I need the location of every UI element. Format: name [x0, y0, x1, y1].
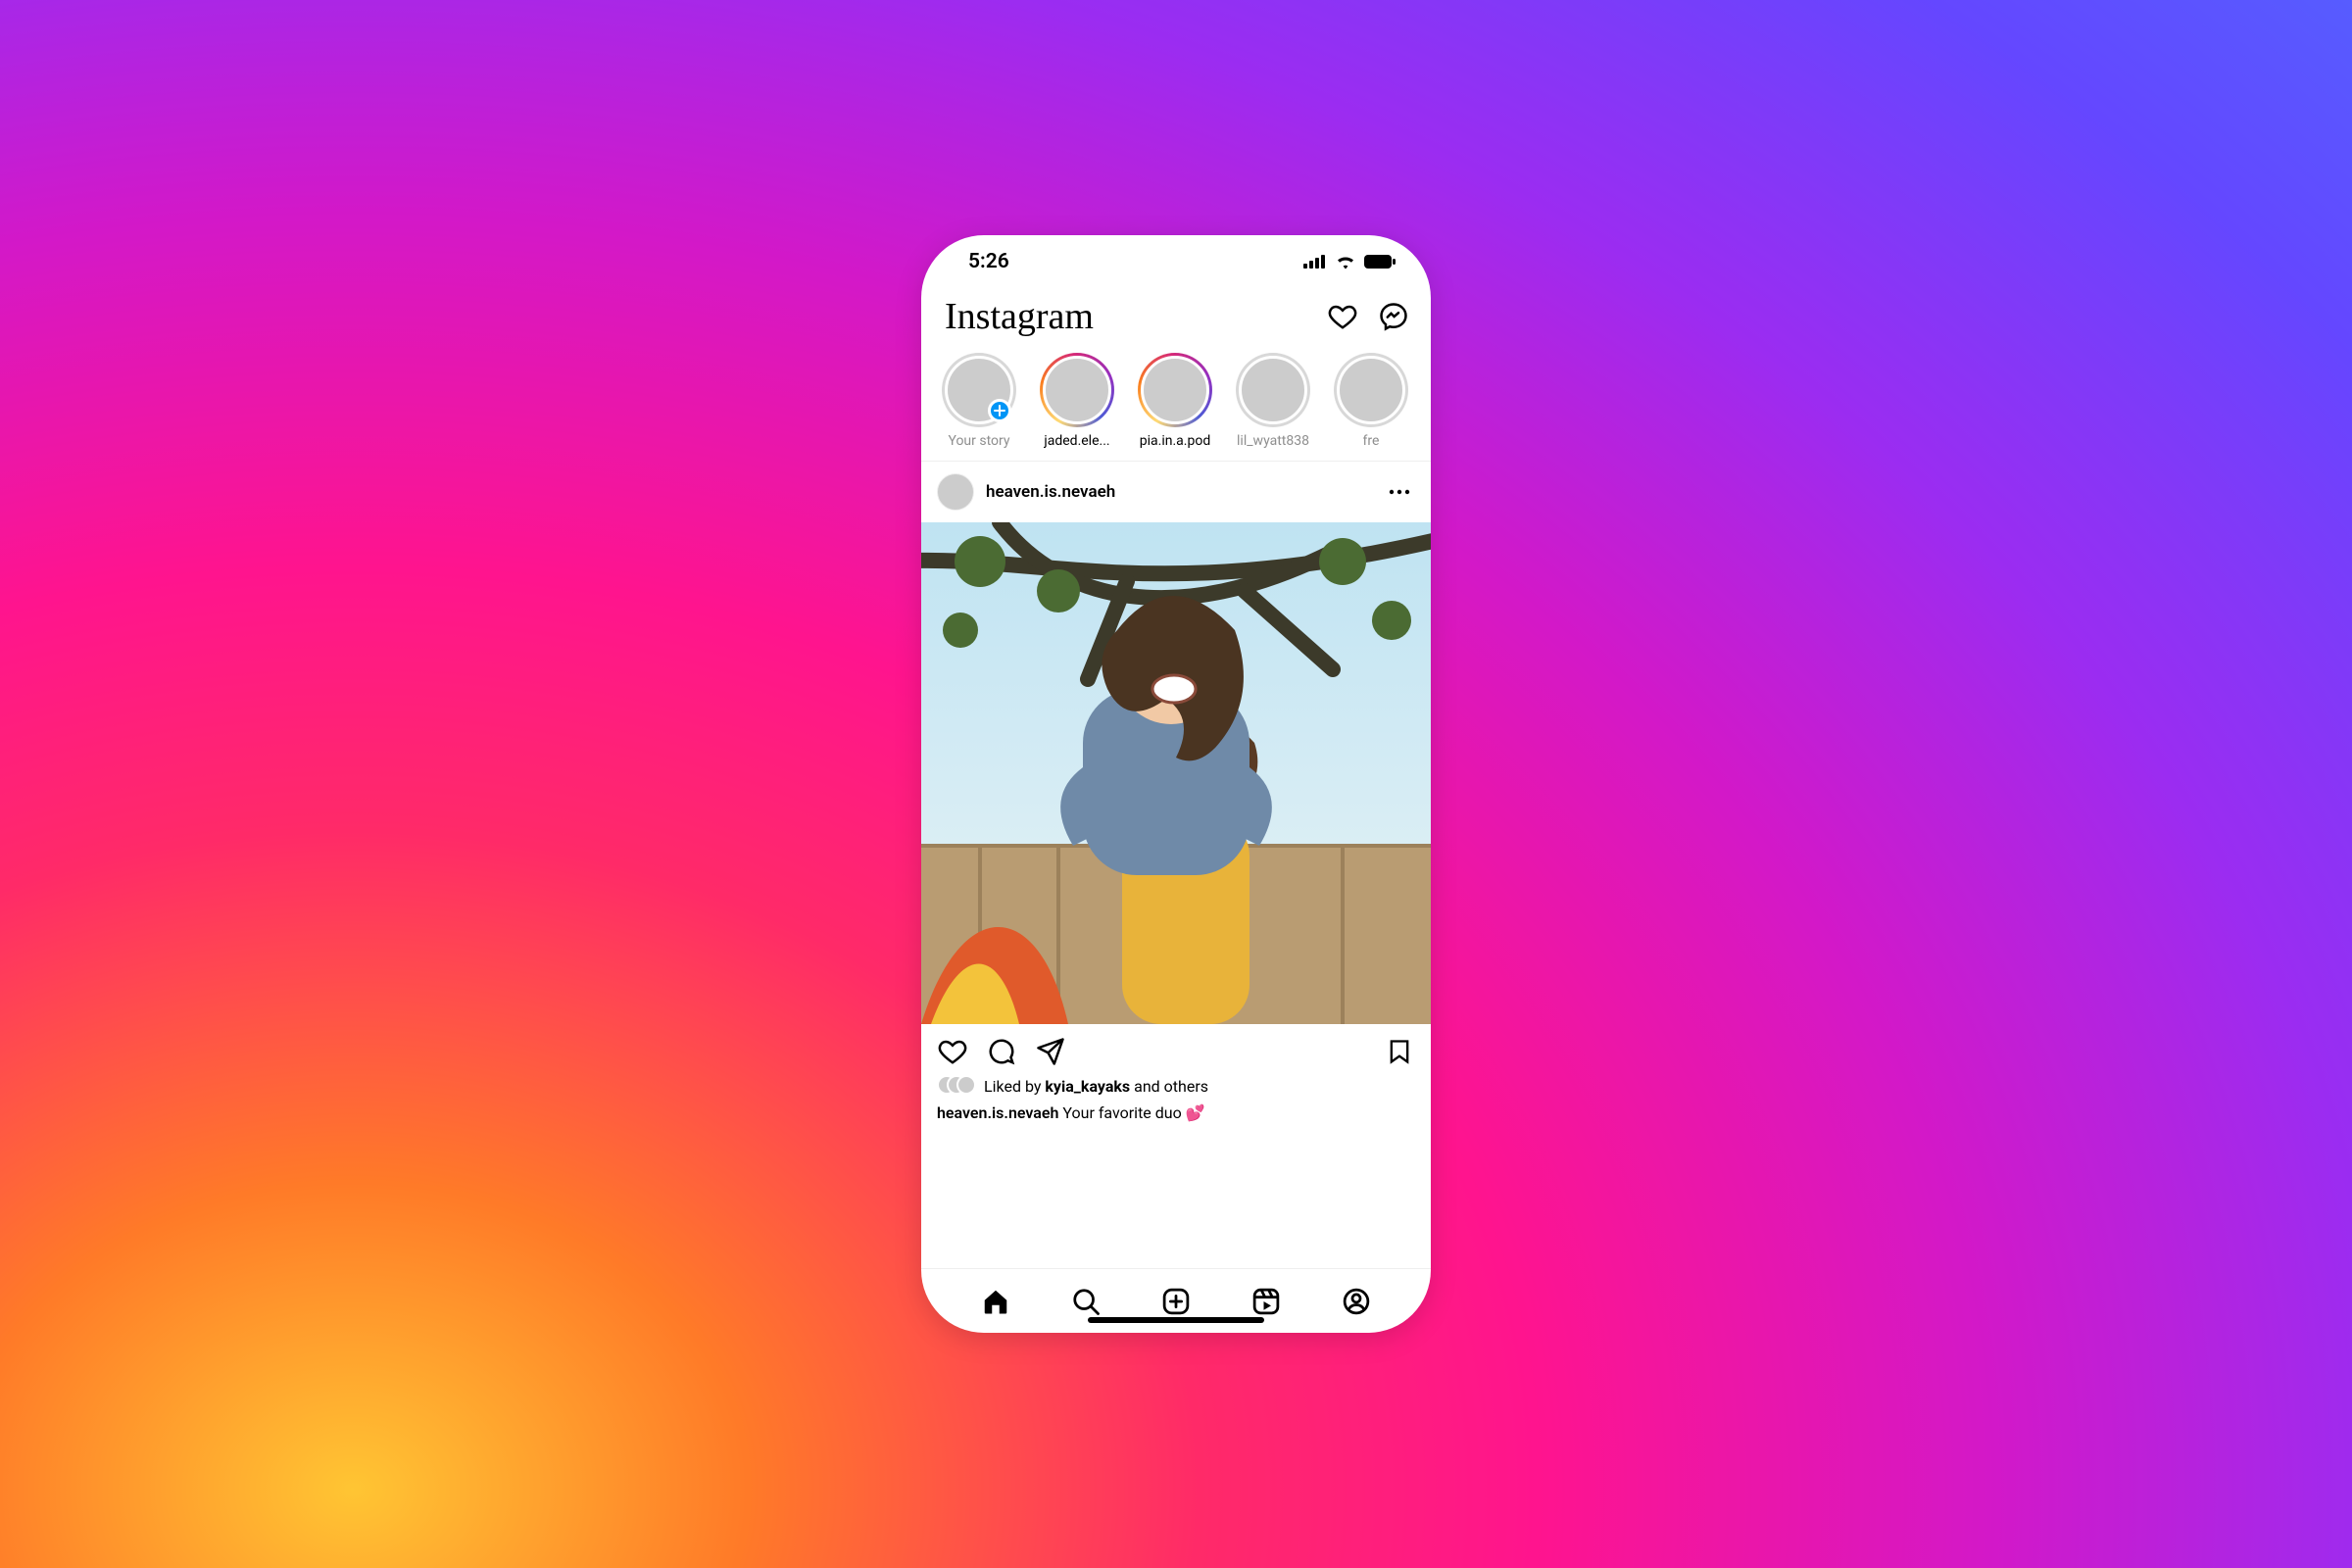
cellular-icon: [1303, 255, 1327, 269]
messenger-button[interactable]: [1378, 301, 1409, 332]
app-header: Instagram: [921, 288, 1431, 345]
post-action-bar: [921, 1024, 1431, 1075]
story-label: pia.in.a.pod: [1140, 433, 1210, 449]
status-indicators: [1303, 254, 1396, 270]
wifi-icon: [1335, 254, 1356, 270]
phone-frame: 5:26 Instagram Your sto: [921, 235, 1431, 1333]
home-icon: [981, 1287, 1010, 1316]
post-image[interactable]: [921, 522, 1431, 1024]
post-likes[interactable]: Liked by kyia_kayaks and others: [921, 1075, 1431, 1101]
share-button[interactable]: [1035, 1036, 1066, 1067]
post-author-username[interactable]: heaven.is.nevaeh: [986, 482, 1115, 502]
like-button[interactable]: [937, 1036, 968, 1067]
story-label: Your story: [948, 433, 1009, 449]
post-header: heaven.is.nevaeh: [921, 462, 1431, 522]
reels-icon: [1251, 1287, 1281, 1316]
profile-icon: [1342, 1287, 1371, 1316]
heart-icon: [1328, 302, 1357, 331]
more-icon: [1389, 489, 1410, 495]
post-author-avatar[interactable]: [937, 473, 974, 511]
caption-username[interactable]: heaven.is.nevaeh: [937, 1103, 1058, 1122]
activity-button[interactable]: [1327, 301, 1358, 332]
messenger-icon: [1379, 302, 1408, 331]
comment-button[interactable]: [986, 1036, 1017, 1067]
heart-icon: [938, 1037, 967, 1066]
status-bar: 5:26: [921, 235, 1431, 288]
story-item[interactable]: fre: [1331, 353, 1411, 449]
tab-reels[interactable]: [1250, 1285, 1283, 1318]
story-item[interactable]: pia.in.a.pod: [1135, 353, 1215, 449]
tab-bar: [921, 1268, 1431, 1333]
likes-text: Liked by kyia_kayaks and others: [984, 1077, 1208, 1096]
caption-text: Your favorite duo 💕: [1058, 1103, 1204, 1122]
bookmark-icon: [1386, 1037, 1413, 1066]
add-story-badge: [988, 399, 1011, 422]
story-item[interactable]: jaded.ele...: [1037, 353, 1117, 449]
home-indicator: [1088, 1317, 1264, 1323]
plus-square-icon: [1161, 1287, 1191, 1316]
tab-profile[interactable]: [1340, 1285, 1373, 1318]
post-caption: heaven.is.nevaeh Your favorite duo 💕: [921, 1101, 1431, 1136]
battery-icon: [1364, 255, 1396, 269]
instagram-logo: Instagram: [945, 295, 1094, 338]
save-button[interactable]: [1384, 1036, 1415, 1067]
comment-icon: [987, 1037, 1016, 1066]
liker-avatars: [937, 1075, 976, 1097]
story-label: jaded.ele...: [1044, 433, 1109, 449]
story-your-story[interactable]: Your story: [939, 353, 1019, 449]
tab-search[interactable]: [1069, 1285, 1102, 1318]
story-label: lil_wyatt838: [1237, 433, 1309, 449]
post-more-button[interactable]: [1384, 476, 1415, 508]
stories-tray[interactable]: Your story jaded.ele... pia.in.a.pod lil…: [921, 345, 1431, 462]
tab-home[interactable]: [979, 1285, 1012, 1318]
tab-create[interactable]: [1159, 1285, 1193, 1318]
send-icon: [1036, 1037, 1065, 1066]
status-time: 5:26: [968, 250, 1009, 273]
story-label: fre: [1363, 433, 1380, 449]
story-item[interactable]: lil_wyatt838: [1233, 353, 1313, 449]
search-icon: [1071, 1287, 1101, 1316]
feed-post: heaven.is.nevaeh: [921, 462, 1431, 1136]
